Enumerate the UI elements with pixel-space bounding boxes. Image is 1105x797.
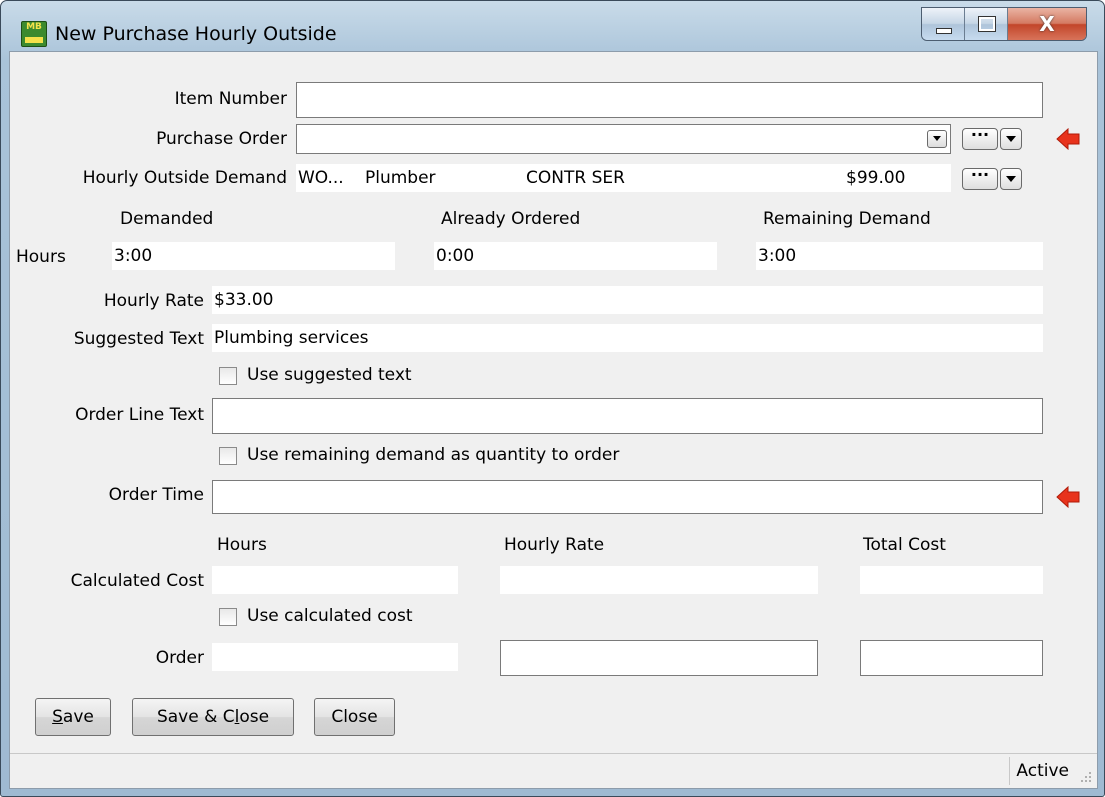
purchase-order-combo[interactable] [296,124,951,154]
save-label-rest: ave [62,707,94,727]
close-button[interactable]: Close [314,698,395,736]
purchase-order-label: Purchase Order [156,129,287,149]
form-body: Item Number Purchase Order ··· Hourly Ou… [9,51,1098,789]
mb-app-icon[interactable]: MB [21,21,47,47]
purchase-order-dropdown-button[interactable] [927,130,947,148]
calculated-cost-label: Calculated Cost [70,571,204,591]
save-close-label-after: ose [239,707,270,727]
order-line-text-label: Order Line Text [75,405,204,425]
chevron-down-icon [1006,176,1016,182]
use-calculated-cost-label[interactable]: Use calculated cost [247,606,413,626]
order-hours-field [212,643,458,671]
purchase-order-browse-button[interactable]: ··· [962,127,998,150]
save-close-button[interactable]: Save & Close [132,698,294,736]
order-label: Order [155,648,204,668]
suggested-text-label: Suggested Text [73,329,204,349]
remaining-demand-header: Remaining Demand [763,209,931,229]
use-remaining-demand-label[interactable]: Use remaining demand as quantity to orde… [247,445,619,465]
hourly-outside-demand-label: Hourly Outside Demand [82,168,287,188]
item-number-label: Item Number [174,89,287,109]
order-time-label: Order Time [108,485,204,505]
maximize-button[interactable] [965,8,1008,40]
order-hourly-rate-input[interactable] [500,640,818,676]
hourly-rate-field: $33.00 [212,286,1043,314]
maximize-icon [978,16,996,32]
order-line-text-input[interactable] [212,398,1043,434]
order-time-input[interactable] [212,480,1043,514]
title-bar[interactable]: MB New Purchase Hourly Outside X [1,1,1104,51]
cost-hourly-rate-header: Hourly Rate [504,535,605,555]
demanded-header: Demanded [120,209,214,229]
resize-grip-icon[interactable] [1079,770,1093,784]
hours-already-ordered-field: 0:00 [434,242,717,270]
suggested-text-field: Plumbing services [212,324,1043,352]
calculated-total-field [860,566,1043,594]
minimize-icon [936,28,952,34]
use-suggested-text-checkbox[interactable] [219,367,237,385]
purchase-order-menu-button[interactable] [1000,128,1022,150]
demand-trade: Plumber [365,168,436,188]
save-button[interactable]: Save [35,698,111,736]
cost-hours-header: Hours [217,535,267,555]
window-title: New Purchase Hourly Outside [55,23,337,45]
close-window-button[interactable]: X [1008,8,1086,40]
close-icon: X [1039,12,1055,36]
status-bar: Active [10,753,1097,788]
order-total-cost-input[interactable] [860,640,1043,676]
hours-label: Hours [16,247,66,267]
chevron-down-icon [1006,136,1016,142]
save-mnemonic: S [52,707,63,727]
already-ordered-header: Already Ordered [441,209,581,229]
demand-amount: $99.00 [846,168,906,188]
use-suggested-text-label[interactable]: Use suggested text [247,365,412,385]
use-remaining-demand-checkbox[interactable] [219,447,237,465]
minimize-button[interactable] [922,8,965,40]
required-arrow-icon [1056,128,1080,150]
calculated-rate-field [500,566,818,594]
item-number-input[interactable] [296,82,1043,118]
demand-browse-button[interactable]: ··· [962,167,998,190]
hourly-outside-demand-display: WO... Plumber CONTR SER $99.00 [296,164,951,192]
window-controls: X [921,7,1087,41]
total-cost-header: Total Cost [863,535,946,555]
demand-category: CONTR SER [526,168,625,188]
chevron-down-icon [933,136,941,141]
use-calculated-cost-checkbox[interactable] [219,608,237,626]
demand-wo: WO... [298,168,344,188]
hourly-rate-label: Hourly Rate [103,291,204,311]
demand-menu-button[interactable] [1000,168,1022,190]
required-arrow-icon [1056,486,1080,508]
status-text: Active [1009,757,1069,785]
hours-demanded-field: 3:00 [112,242,395,270]
calculated-hours-field [212,566,458,594]
save-close-label-before: Save & C [156,707,235,727]
app-icon-text: MB [26,22,42,32]
application-window: MB New Purchase Hourly Outside X Item Nu… [0,0,1105,797]
hours-remaining-field: 3:00 [756,242,1043,270]
